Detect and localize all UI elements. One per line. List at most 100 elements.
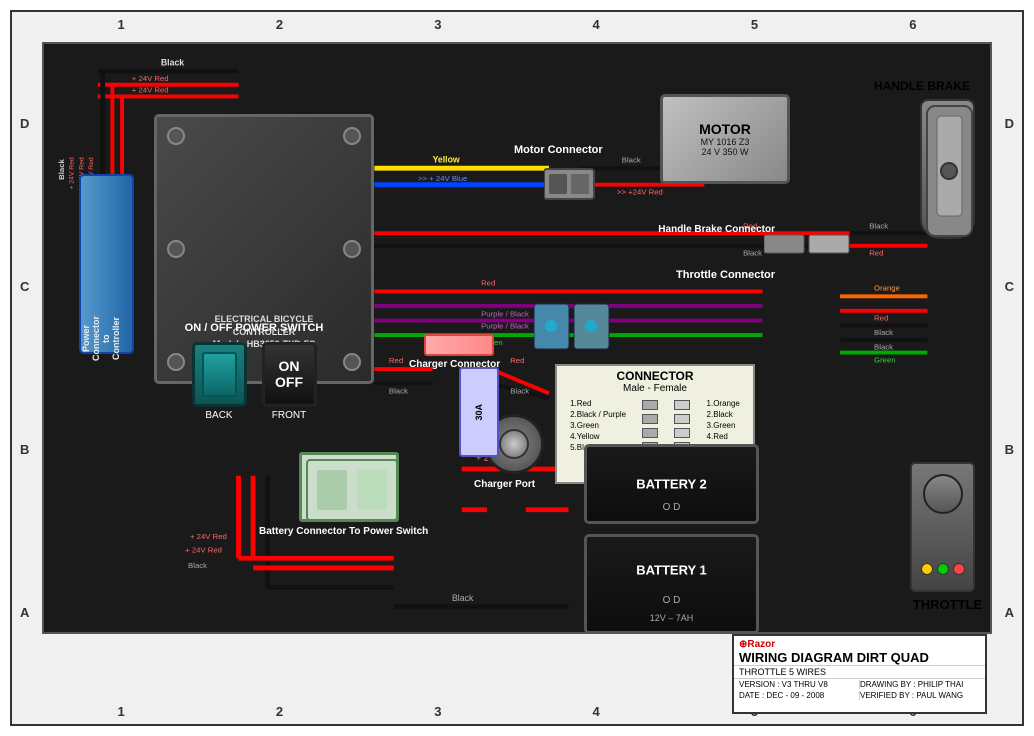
svg-text:>> + 24V Blue: >> + 24V Blue [418, 174, 467, 183]
svg-text:+ 24V Red: + 24V Red [190, 532, 227, 541]
dark-background: Black + 24V Red + 24V Red Black + 24V Re… [42, 42, 992, 634]
battery2-label: BATTERY 2 [636, 477, 707, 492]
battery2-od: O D [663, 502, 681, 513]
motor-connector-svg [544, 164, 599, 204]
battery1-specs: 12V – 7AH [650, 613, 694, 623]
top-label-5: 5 [751, 17, 758, 32]
svg-text:Orange: Orange [874, 283, 900, 292]
info-row-1: VERSION : V3 THRU V8 DRAWING BY : PHILIP… [734, 679, 985, 690]
motor-specs: 24 V 350 W [701, 147, 748, 157]
throttle-image [910, 462, 975, 592]
svg-text:+ 24V Red: + 24V Red [132, 74, 169, 83]
screw-mr [343, 240, 361, 258]
switch-label: ON / OFF POWER SWITCH [144, 322, 364, 334]
charger-port-inner [499, 429, 529, 459]
bottom-label-1: 1 [118, 704, 125, 719]
svg-text:Red: Red [874, 314, 888, 323]
top-label-2: 2 [276, 17, 283, 32]
svg-text:Black: Black [389, 386, 408, 395]
svg-text:+ 24V Red: + 24V Red [69, 157, 76, 189]
left-grid-labels: D C B A [20, 42, 29, 694]
fuse-label: 30A [474, 404, 484, 421]
fuse-box: 30A [459, 367, 499, 457]
info-row-2: DATE : DEC - 09 - 2008 VERIFIED BY : PAU… [734, 690, 985, 701]
svg-text:Red: Red [510, 356, 524, 365]
throttle-connector-svg [534, 299, 614, 354]
svg-text:Yellow: Yellow [433, 154, 460, 164]
switch-back-inner [202, 352, 237, 397]
svg-text:Red: Red [389, 356, 403, 365]
throttle-lights [921, 563, 965, 575]
svg-text:Red: Red [869, 249, 883, 258]
info-date: DATE : DEC - 09 - 2008 [739, 691, 860, 700]
svg-text:Black: Black [188, 561, 207, 570]
svg-text:>> +24V Red: >> +24V Red [617, 187, 663, 196]
screw-tr [343, 127, 361, 145]
info-subtitle: THROTTLE 5 WIRES [734, 666, 985, 679]
throttle-connector-label: Throttle Connector [676, 269, 775, 281]
bottom-label-3: 3 [434, 704, 441, 719]
left-label-a: A [20, 605, 29, 620]
svg-text:Black: Black [874, 343, 893, 352]
svg-text:Black: Black [161, 57, 184, 67]
motor-connector-label: Motor Connector [514, 144, 603, 156]
hb-connector-svg [764, 232, 854, 257]
power-connector-label: Power Connector to Controller [81, 316, 101, 361]
bottom-label-2: 2 [276, 704, 283, 719]
svg-text:Black: Black [622, 155, 641, 164]
hb-connector-visual [764, 232, 854, 257]
info-logo: ⊕Razor [734, 636, 985, 650]
screw-tl [167, 127, 185, 145]
switch-front: ON OFF FRONT [262, 342, 317, 421]
back-label: BACK [205, 410, 232, 421]
right-label-b: B [1005, 442, 1014, 457]
battery1-od: O D [663, 595, 681, 606]
svg-text:Purple / Black: Purple / Black [481, 321, 529, 330]
screw-ml [167, 240, 185, 258]
svg-text:Red: Red [481, 279, 495, 288]
battery-connector-label: Battery Connector To Power Switch [259, 526, 428, 537]
top-label-6: 6 [909, 17, 916, 32]
main-container: 1 2 3 4 5 6 1 2 3 4 5 6 D C B A D C B [0, 0, 1034, 736]
bottom-label-4: 4 [593, 704, 600, 719]
info-title: WIRING DIAGRAM DIRT QUAD [734, 650, 985, 666]
info-drawing: DRAWING BY : PHILIP THAI [860, 680, 980, 689]
handle-brake-image [920, 99, 975, 239]
top-label-1: 1 [118, 17, 125, 32]
info-verified: VERIFIED BY : PAUL WANG [860, 691, 980, 700]
left-label-b: B [20, 442, 29, 457]
throttle-light-yellow [921, 563, 933, 575]
handle-brake-label: HANDLE BRAKE [874, 79, 970, 93]
motor-model: MY 1016 Z3 [701, 137, 750, 147]
motor-connector-visual [544, 164, 599, 209]
battery-connector-box [299, 452, 399, 522]
switch-back: BACK [192, 342, 247, 421]
switch-container: BACK ON OFF FRONT [144, 342, 364, 421]
front-label: FRONT [272, 410, 306, 421]
switch-back-visual [192, 342, 247, 407]
throttle-light-green [937, 563, 949, 575]
svg-text:Black: Black [874, 328, 893, 337]
handle-brake-svg [922, 101, 977, 241]
svg-text:+ 24V Red: + 24V Red [185, 545, 222, 554]
connector-box-subtitle: Male - Female [557, 383, 753, 394]
switch-front-visual[interactable]: ON OFF [262, 342, 317, 407]
right-grid-labels: D C B A [1005, 42, 1014, 694]
svg-text:Black: Black [510, 386, 529, 395]
right-label-d: D [1005, 116, 1014, 131]
svg-text:Black: Black [869, 221, 888, 230]
connector-box-title: CONNECTOR [557, 366, 753, 383]
svg-text:+ 24V Red: + 24V Red [132, 86, 169, 95]
throttle-label: THROTTLE [910, 597, 985, 612]
battery1-label: BATTERY 1 [636, 562, 707, 577]
svg-text:Green: Green [874, 355, 896, 364]
diagram-wrapper: 1 2 3 4 5 6 1 2 3 4 5 6 D C B A D C B [10, 10, 1024, 726]
battery-connector-svg [302, 455, 402, 525]
svg-text:Black: Black [743, 249, 762, 258]
top-label-3: 3 [434, 17, 441, 32]
svg-text:Black: Black [452, 593, 474, 603]
svg-text:Black: Black [57, 158, 66, 179]
battery1-box: BATTERY 1 O D 12V – 7AH [584, 534, 759, 634]
throttle-light-red [953, 563, 965, 575]
right-label-a: A [1005, 605, 1014, 620]
